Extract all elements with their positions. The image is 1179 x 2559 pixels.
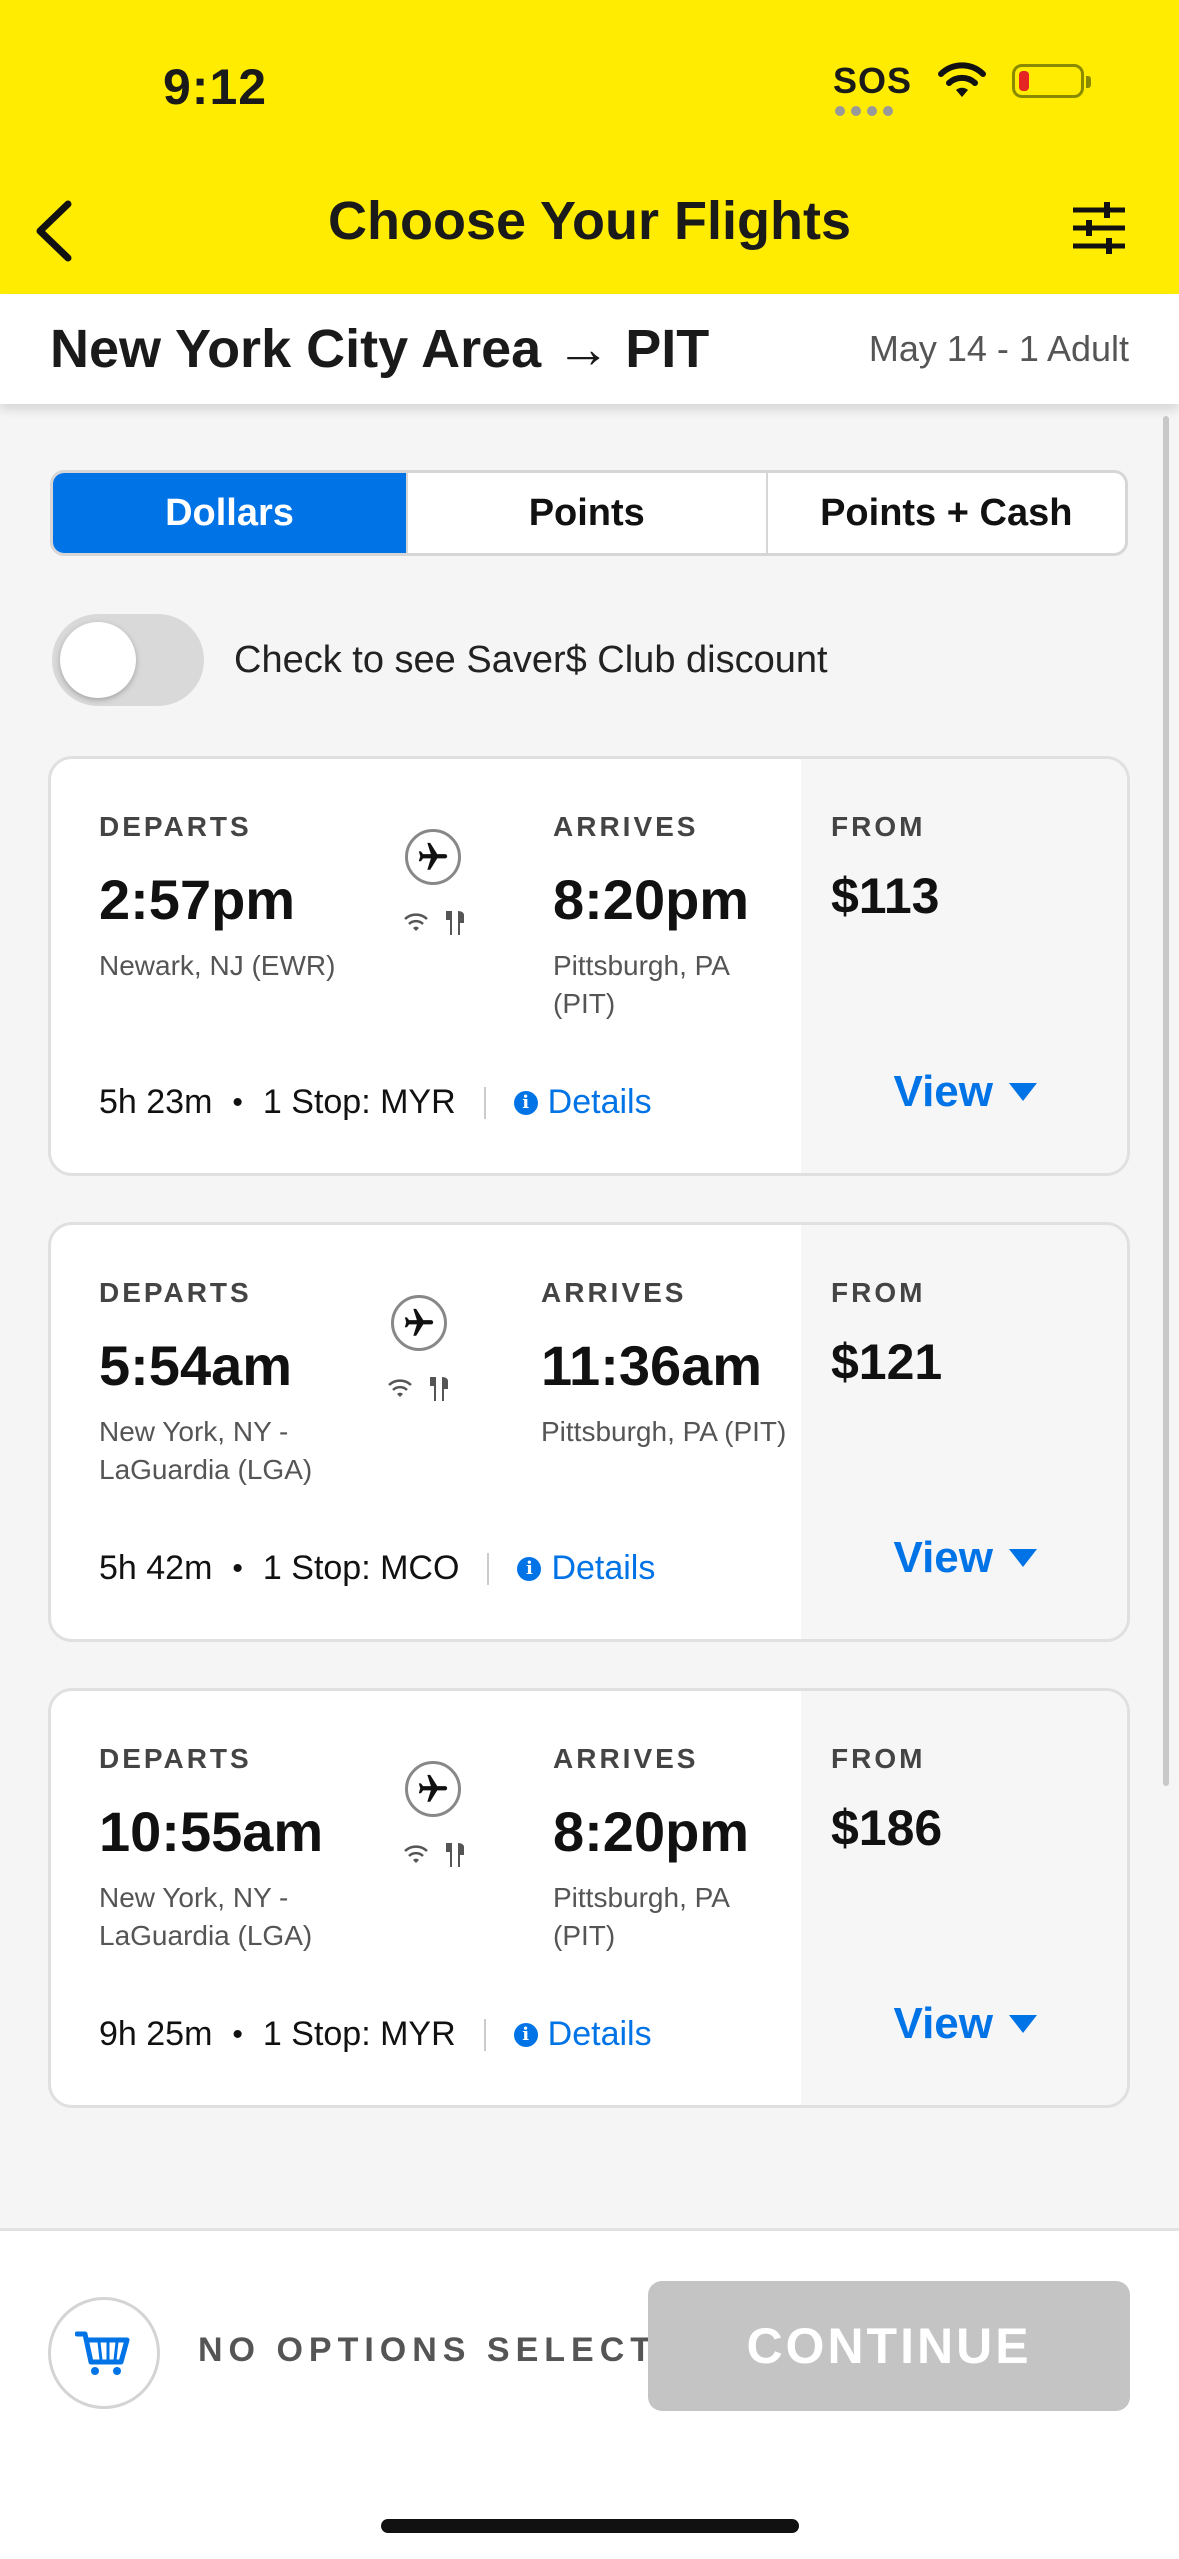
meal-icon <box>446 1843 464 1867</box>
status-time: 9:12 <box>163 59 268 115</box>
duration: 9h 25m <box>99 2015 213 2053</box>
info-icon: i <box>517 1556 542 1581</box>
plane-icon <box>405 1761 461 1817</box>
battery-icon <box>1012 64 1091 98</box>
divider <box>483 2018 486 2051</box>
price: $186 <box>831 1800 943 1856</box>
from-label: FROM <box>831 811 926 842</box>
info-icon: i <box>513 2022 538 2047</box>
cart-icon <box>75 2331 130 2375</box>
from-label: FROM <box>831 1743 926 1774</box>
selection-status: NO OPTIONS SELECTED <box>198 2331 717 2369</box>
stops: 1 Stop: MYR <box>262 1083 456 1121</box>
saver-club-toggle[interactable] <box>52 614 204 706</box>
flight-summary: 5h 23m • 1 Stop: MYR i Details <box>99 1083 652 1122</box>
view-button[interactable]: View <box>894 1999 1037 2049</box>
caret-down-icon <box>1009 2015 1037 2033</box>
departs-label: DEPARTS <box>99 811 252 842</box>
home-indicator <box>381 2519 799 2533</box>
saver-club-label: Check to see Saver$ Club discount <box>234 638 828 681</box>
page-title: Choose Your Flights <box>327 191 852 251</box>
arrives-label: ARRIVES <box>553 1743 699 1774</box>
details-link[interactable]: i Details <box>513 1083 652 1122</box>
amenities <box>403 1841 467 1869</box>
sos-indicator: SOS <box>833 60 912 116</box>
tab-dollars[interactable]: Dollars <box>53 473 406 553</box>
signal-dots-icon <box>834 106 893 116</box>
caret-down-icon <box>1009 1549 1037 1567</box>
depart-time: 5:54am <box>99 1334 293 1397</box>
saver-club-row: Check to see Saver$ Club discount <box>52 614 828 706</box>
status-indicators: SOS <box>833 60 1091 116</box>
departs-label: DEPARTS <box>99 1277 252 1308</box>
bullet-separator: • <box>232 1085 243 1119</box>
details-link[interactable]: i Details <box>517 1549 655 1588</box>
arrive-time: 8:20pm <box>553 1800 750 1863</box>
currency-segmented-control: Dollars Points Points + Cash <box>50 470 1128 556</box>
duration: 5h 42m <box>99 1549 213 1587</box>
arrive-city: Pittsburgh, PA (PIT) <box>553 1882 730 1951</box>
bullet-separator: • <box>232 1551 243 1585</box>
amenities <box>387 1375 451 1403</box>
departs-label: DEPARTS <box>99 1743 252 1774</box>
flight-card[interactable]: DEPARTS 5:54am New York, NY - LaGuardia … <box>48 1222 1130 1642</box>
bullet-separator: • <box>232 2017 243 2051</box>
divider <box>487 1552 490 1585</box>
flight-summary: 5h 42m • 1 Stop: MCO i Details <box>99 1549 655 1588</box>
filter-sliders-icon[interactable] <box>1069 198 1129 258</box>
route-date-passengers: May 14 - 1 Adult <box>868 328 1129 369</box>
price: $113 <box>831 868 940 924</box>
footer-bar: NO OPTIONS SELECTED CONTINUE <box>0 2228 1179 2559</box>
duration: 5h 23m <box>99 1083 213 1121</box>
stops: 1 Stop: MCO <box>262 1549 460 1587</box>
caret-down-icon <box>1009 1083 1037 1101</box>
flight-summary: 9h 25m • 1 Stop: MYR i Details <box>99 2015 652 2054</box>
amenities <box>403 909 467 937</box>
depart-city: New York, NY - LaGuardia (LGA) <box>99 1882 313 1951</box>
info-icon: i <box>513 1090 538 1115</box>
arrive-time: 8:20pm <box>553 868 750 931</box>
view-button[interactable]: View <box>894 1533 1037 1583</box>
meal-icon <box>446 911 464 935</box>
cart-button[interactable] <box>48 2297 160 2409</box>
wifi-icon <box>938 62 986 97</box>
depart-city: New York, NY - LaGuardia (LGA) <box>99 1416 313 1485</box>
depart-city: Newark, NJ (EWR) <box>99 950 336 981</box>
continue-button[interactable]: CONTINUE <box>648 2281 1130 2411</box>
from-label: FROM <box>831 1277 926 1308</box>
arrives-label: ARRIVES <box>541 1277 687 1308</box>
scrollbar[interactable] <box>1163 416 1169 1786</box>
arrive-time: 11:36am <box>541 1334 763 1397</box>
wifi-icon <box>404 1845 428 1863</box>
plane-icon <box>405 829 461 885</box>
view-button[interactable]: View <box>894 1067 1037 1117</box>
flight-card[interactable]: DEPARTS 2:57pm Newark, NJ (EWR) ARRIVES … <box>48 756 1130 1176</box>
wifi-icon <box>388 1379 412 1397</box>
tab-points[interactable]: Points <box>406 473 766 553</box>
top-header: 9:12 SOS Choose Your Flights <box>0 0 1179 294</box>
tab-points-cash[interactable]: Points + Cash <box>765 473 1126 553</box>
depart-time: 10:55am <box>99 1800 324 1863</box>
depart-time: 2:57pm <box>99 868 296 931</box>
plane-icon <box>391 1295 447 1351</box>
arrive-city: Pittsburgh, PA (PIT) <box>553 950 730 1019</box>
arrive-city: Pittsburgh, PA (PIT) <box>541 1416 787 1447</box>
meal-icon <box>430 1377 448 1401</box>
stops: 1 Stop: MYR <box>262 2015 456 2053</box>
flight-card[interactable]: DEPARTS 10:55am New York, NY - LaGuardia… <box>48 1688 1130 2108</box>
route-summary: New York City Area → PIT May 14 - 1 Adul… <box>0 294 1179 404</box>
arrives-label: ARRIVES <box>553 811 699 842</box>
divider <box>483 1086 486 1119</box>
route-title: New York City Area → PIT <box>50 319 710 379</box>
price: $121 <box>831 1334 943 1390</box>
details-link[interactable]: i Details <box>513 2015 652 2054</box>
wifi-icon <box>404 913 428 931</box>
